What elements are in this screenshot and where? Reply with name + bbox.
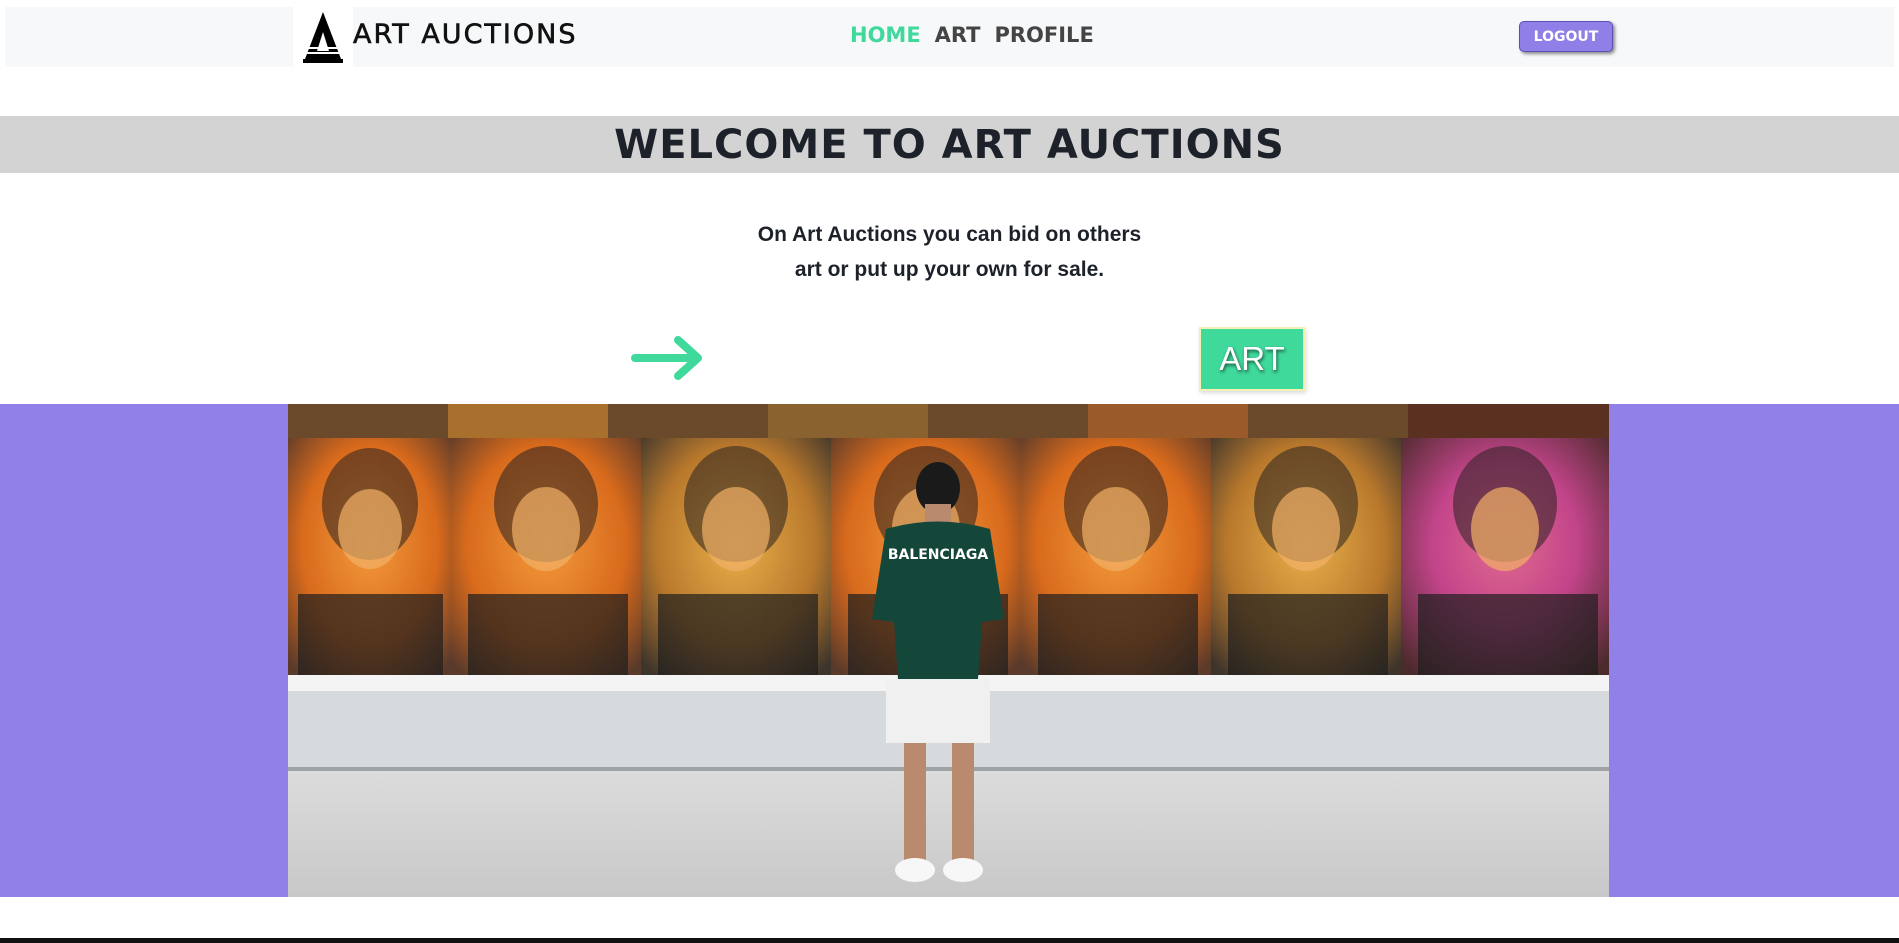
nav-home-link[interactable]: HOME [850, 23, 921, 47]
footer-divider [0, 938, 1899, 943]
brand-name[interactable]: ART AUCTIONS [353, 19, 577, 51]
intro-line-1: On Art Auctions you can bid on others [757, 223, 1142, 246]
arrow-right-icon [630, 335, 706, 381]
shirt-text: BALENCIAGA [888, 547, 989, 563]
brand-logo-icon[interactable] [293, 7, 353, 67]
logout-button[interactable]: LOGOUT [1519, 21, 1613, 52]
intro-line-2: art or put up your own for sale. [794, 258, 1105, 281]
navbar: ART AUCTIONS HOME ART PROFILE LOGOUT [5, 7, 1894, 67]
hero-section: BALENCIAGA [0, 404, 1899, 897]
nav-profile-link[interactable]: PROFILE [994, 23, 1093, 47]
intro-text: On Art Auctions you can bid on others ar… [0, 217, 1899, 287]
page-title: WELCOME TO ART AUCTIONS [614, 121, 1285, 168]
art-button[interactable]: ART [1199, 327, 1305, 391]
nav-links: HOME ART PROFILE [850, 23, 1094, 47]
welcome-banner: WELCOME TO ART AUCTIONS [0, 116, 1899, 173]
nav-art-link[interactable]: ART [935, 23, 981, 47]
gallery-photo: BALENCIAGA [288, 404, 1609, 897]
